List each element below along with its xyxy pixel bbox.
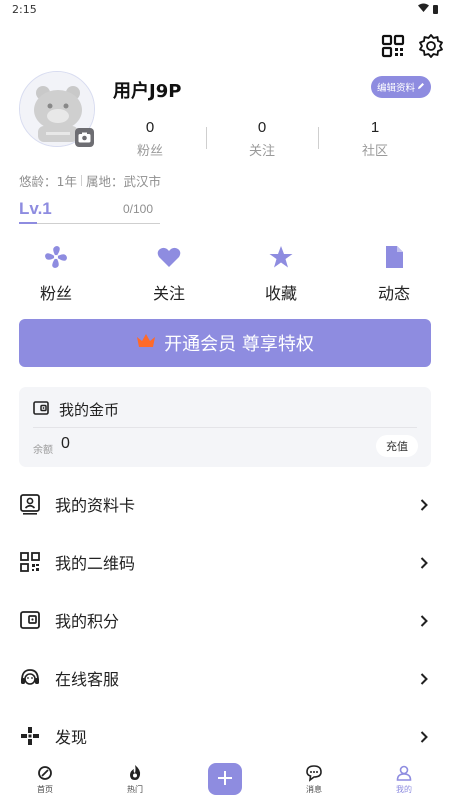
username: 用户J9P [113,81,182,102]
battery-icon [433,4,438,14]
stat-divider [206,127,207,149]
qr-scan-icon[interactable] [380,33,406,59]
quick-action-label: 收藏 [264,284,297,303]
stat-following-label: 关注 [248,144,275,159]
balance-value: 0 [61,435,70,452]
menu-item-points[interactable]: 我的积分 [19,591,431,649]
chevron-right-icon [417,497,431,511]
quick-action-posts[interactable]: 动态 [354,244,434,304]
chevron-right-icon [417,729,431,743]
info-separator [80,175,82,186]
menu-item-label: 我的资料卡 [55,496,136,515]
pencil-icon [417,82,425,93]
quick-action-fans[interactable]: 粉丝 [16,244,96,304]
stat-divider [318,127,319,149]
profile-card-icon [19,493,41,515]
menu-item-label: 发现 [55,728,88,747]
quick-action-favorites[interactable]: 收藏 [241,244,321,304]
star-icon [268,244,294,270]
divider [33,427,417,428]
level-label: Lv.1 [19,199,52,218]
level-progress: 0/100 [123,202,154,216]
points-wallet-icon [19,609,41,631]
camera-icon[interactable] [75,128,94,147]
menu-item-profile-card[interactable]: 我的资料卡 [19,475,431,533]
plus-icon [218,770,232,789]
profile-info-line: 悠龄：1年 属地：武汉市 [19,171,161,190]
message-icon [305,764,323,782]
stat-following-value: 0 [257,119,267,136]
quick-action-label: 粉丝 [39,284,72,303]
quick-action-label: 动态 [377,284,410,303]
hot-icon [126,764,144,782]
edit-profile-label: 编辑资料 [376,83,415,94]
location: 属地：武汉市 [85,174,161,189]
stat-fans-value: 0 [145,119,155,136]
user-icon [395,764,413,782]
status-time: 2:15 [12,3,37,16]
menu-item-label: 在线客服 [55,670,120,689]
customer-service-icon [19,667,41,689]
document-icon [381,244,407,270]
menu-item-qr-code[interactable]: 我的二维码 [19,533,431,591]
menu-item-label: 我的积分 [55,612,120,631]
vip-banner-button[interactable]: 开通会员 尊享特权 [19,319,431,367]
heart-icon [156,244,182,270]
qr-code-icon [19,551,41,573]
home-icon [36,764,54,782]
tab-label: 我的 [396,785,412,794]
tab-messages[interactable]: 消息 [284,764,344,795]
tab-me[interactable]: 我的 [374,764,434,795]
settings-gear-icon[interactable] [418,33,444,59]
create-post-button[interactable] [208,763,242,795]
wallet-card: 我的金币 余额 0 充值 [19,387,431,467]
level-progress-track [19,223,160,224]
wallet-title-row[interactable]: 我的金币 [33,399,119,420]
stat-following[interactable]: 0 关注 [222,119,302,159]
vip-banner-text: 开通会员 尊享特权 [164,334,314,355]
edit-profile-button[interactable]: 编辑资料 [371,76,431,98]
fan-icon [43,244,69,270]
menu-item-customer-service[interactable]: 在线客服 [19,649,431,707]
level-progress-fill [19,222,37,224]
chevron-right-icon [417,671,431,685]
menu-item-discover[interactable]: 发现 [19,707,431,765]
tab-label: 热门 [127,785,143,794]
balance-label: 余额 [33,445,53,456]
status-icons [418,3,438,15]
account-age: 悠龄：1年 [19,174,77,189]
wallet-icon [33,400,49,419]
stat-fans[interactable]: 0 粉丝 [110,119,190,159]
chevron-right-icon [417,555,431,569]
stat-community-value: 1 [370,119,380,136]
quick-action-follow[interactable]: 关注 [129,244,209,304]
recharge-button[interactable]: 充值 [376,435,418,457]
wallet-title: 我的金币 [59,401,120,419]
menu-item-label: 我的二维码 [55,554,136,573]
tab-home[interactable]: 首页 [15,764,75,795]
crown-icon [136,333,156,354]
tab-hot[interactable]: 热门 [105,764,165,795]
tab-label: 消息 [306,785,322,794]
stat-fans-label: 粉丝 [136,144,163,159]
stat-community[interactable]: 1 社区 [335,119,415,159]
stat-community-label: 社区 [361,144,388,159]
wifi-icon [418,3,429,15]
gamepad-icon [19,725,41,747]
chevron-right-icon [417,613,431,627]
quick-action-label: 关注 [152,284,185,303]
tab-label: 首页 [37,785,53,794]
